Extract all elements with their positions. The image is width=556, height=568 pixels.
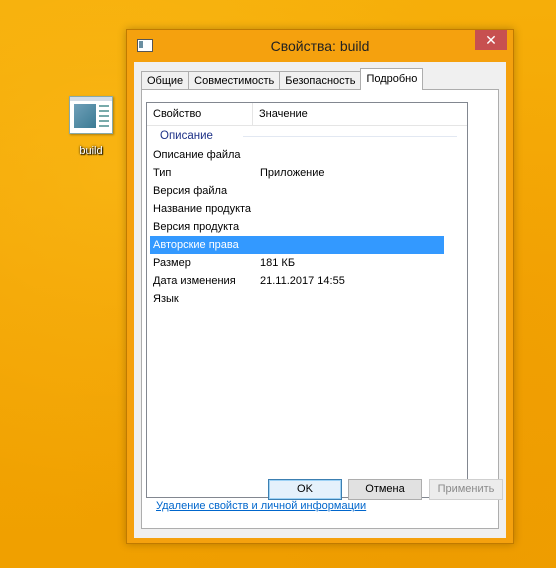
list-item[interactable]: Язык bbox=[147, 290, 467, 308]
tab-security[interactable]: Безопасность bbox=[279, 71, 362, 90]
remove-properties-link[interactable]: Удаление свойств и личной информации bbox=[156, 500, 366, 512]
property-rows: Описание файла Тип Приложение Версия фай… bbox=[147, 146, 467, 308]
group-divider bbox=[243, 136, 457, 137]
list-item[interactable]: Версия файла bbox=[147, 182, 467, 200]
property-value: 181 КБ bbox=[260, 257, 296, 269]
dialog-client-area: Общие Совместимость Безопасность Подробн… bbox=[134, 62, 506, 538]
window-title: Свойства: build bbox=[270, 38, 370, 54]
properties-list[interactable]: Свойство Значение Описание Описание файл… bbox=[146, 102, 468, 498]
executable-file-icon bbox=[69, 96, 113, 134]
desktop-icon-build[interactable]: build bbox=[64, 96, 118, 157]
list-item[interactable]: Дата изменения 21.11.2017 14:55 bbox=[147, 272, 467, 290]
list-header: Свойство Значение bbox=[147, 103, 467, 126]
property-name: Размер bbox=[153, 257, 191, 269]
ok-button[interactable]: OK bbox=[268, 479, 342, 500]
list-item[interactable]: Название продукта bbox=[147, 200, 467, 218]
list-item[interactable]: Размер 181 КБ bbox=[147, 254, 467, 272]
property-name: Описание файла bbox=[153, 149, 241, 161]
property-name: Дата изменения bbox=[153, 275, 236, 287]
property-value: Приложение bbox=[260, 167, 325, 179]
cancel-button[interactable]: Отмена bbox=[348, 479, 422, 500]
desktop-icon-label: build bbox=[79, 145, 103, 157]
property-name: Название продукта bbox=[153, 203, 252, 215]
list-item[interactable]: Описание файла bbox=[147, 146, 467, 164]
group-header-description[interactable]: Описание bbox=[147, 128, 467, 144]
list-item[interactable]: Версия продукта bbox=[147, 218, 467, 236]
property-name: Версия продукта bbox=[153, 221, 240, 233]
properties-window: Свойства: build ✕ Общие Совместимость Бе… bbox=[126, 29, 514, 544]
list-item-selected[interactable]: Авторские права bbox=[150, 236, 444, 254]
property-name: Тип bbox=[153, 167, 172, 179]
property-value: 21.11.2017 14:55 bbox=[260, 275, 345, 287]
property-name: Авторские права bbox=[153, 239, 239, 251]
title-bar[interactable]: Свойства: build ✕ bbox=[127, 30, 513, 62]
apply-button[interactable]: Применить bbox=[429, 479, 503, 500]
column-header-value[interactable]: Значение bbox=[253, 103, 467, 125]
property-name: Язык bbox=[153, 293, 179, 305]
close-button[interactable]: ✕ bbox=[475, 30, 507, 50]
tab-strip: Общие Совместимость Безопасность Подробн… bbox=[141, 68, 424, 90]
tab-compatibility[interactable]: Совместимость bbox=[188, 71, 281, 90]
tab-details[interactable]: Подробно bbox=[360, 68, 424, 90]
group-label: Описание bbox=[160, 130, 213, 142]
column-header-property[interactable]: Свойство bbox=[147, 103, 253, 125]
close-icon: ✕ bbox=[485, 32, 497, 48]
property-name: Версия файла bbox=[153, 185, 228, 197]
tab-general[interactable]: Общие bbox=[141, 71, 190, 90]
list-item[interactable]: Тип Приложение bbox=[147, 164, 467, 182]
